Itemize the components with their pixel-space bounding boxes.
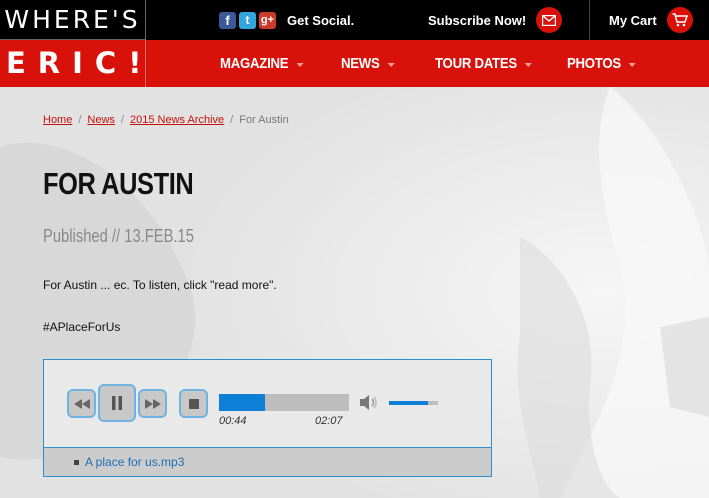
nav-item-magazine[interactable]: MAGAZINE: [220, 40, 304, 87]
chevron-down-icon: [387, 62, 395, 67]
breadcrumb-home[interactable]: Home: [43, 114, 72, 126]
hashtag: #APlaceForUs: [43, 320, 121, 334]
nav-item-news[interactable]: NEWS: [341, 40, 395, 87]
nav-label: MAGAZINE: [220, 55, 289, 72]
fast-forward-icon: [144, 398, 161, 409]
top-bar: WHERE'S f t g+ Get Social. Subscribe Now…: [0, 0, 709, 40]
nav-item-photos[interactable]: PHOTOS: [567, 40, 636, 87]
breadcrumb-current: For Austin: [239, 114, 289, 126]
main-nav: ERIC! MAGAZINE NEWS TOUR DATES PHOTOS: [0, 40, 709, 87]
playlist-item[interactable]: A place for us.mp3: [85, 455, 184, 469]
breadcrumb-news[interactable]: News: [87, 114, 115, 126]
chevron-down-icon: [296, 62, 304, 67]
nav-item-tour-dates[interactable]: TOUR DATES: [435, 40, 532, 87]
article-body: For Austin ... ec. To listen, click "rea…: [43, 278, 277, 292]
playlist: A place for us.mp3: [44, 447, 491, 476]
subscribe-link[interactable]: Subscribe Now!: [428, 0, 563, 40]
google-plus-icon[interactable]: g+: [259, 11, 276, 29]
breadcrumb-separator: /: [78, 114, 82, 126]
pause-button[interactable]: [98, 384, 136, 422]
cart-label: My Cart: [609, 12, 657, 28]
nav-label: PHOTOS: [567, 55, 621, 72]
rewind-icon: [73, 398, 90, 409]
shopping-cart-icon[interactable]: [666, 7, 693, 33]
breadcrumb-separator: /: [120, 114, 124, 126]
breadcrumb-2015-archive[interactable]: 2015 News Archive: [130, 114, 224, 126]
subscribe-label: Subscribe Now!: [428, 12, 527, 28]
stop-icon: [188, 398, 199, 409]
audio-player: 00:44 02:07 A place for us.mp3: [43, 359, 492, 477]
page-title: FOR AUSTIN: [43, 166, 194, 201]
volume-icon[interactable]: [360, 394, 380, 416]
logo-top-text[interactable]: WHERE'S: [0, 0, 146, 40]
seek-bar[interactable]: [219, 394, 349, 411]
cart-link[interactable]: My Cart: [589, 0, 709, 40]
breadcrumb: Home / News / 2015 News Archive / For Au…: [43, 114, 289, 126]
fast-forward-button[interactable]: [138, 389, 167, 418]
playlist-bullet: [74, 460, 79, 465]
seek-bar-fill: [219, 394, 265, 411]
current-time: 00:44: [219, 415, 247, 427]
pause-icon: [112, 396, 122, 410]
chevron-down-icon: [524, 62, 532, 67]
social-links: f t g+ Get Social.: [219, 0, 354, 40]
volume-slider[interactable]: [389, 401, 438, 405]
breadcrumb-separator: /: [230, 114, 234, 126]
get-social-label: Get Social.: [287, 12, 355, 28]
stop-button[interactable]: [179, 389, 208, 418]
logo-bottom-text[interactable]: ERIC!: [0, 40, 146, 87]
facebook-icon[interactable]: f: [219, 11, 236, 29]
rewind-button[interactable]: [67, 389, 96, 418]
nav-label: TOUR DATES: [435, 55, 517, 72]
nav-label: NEWS: [341, 55, 380, 72]
twitter-icon[interactable]: t: [239, 11, 256, 29]
chevron-down-icon: [628, 62, 636, 67]
mail-icon[interactable]: [536, 7, 563, 33]
volume-fill: [389, 401, 429, 405]
duration: 02:07: [315, 415, 343, 427]
published-date: Published // 13.FEB.15: [43, 226, 194, 246]
player-controls: 00:44 02:07: [44, 360, 491, 447]
